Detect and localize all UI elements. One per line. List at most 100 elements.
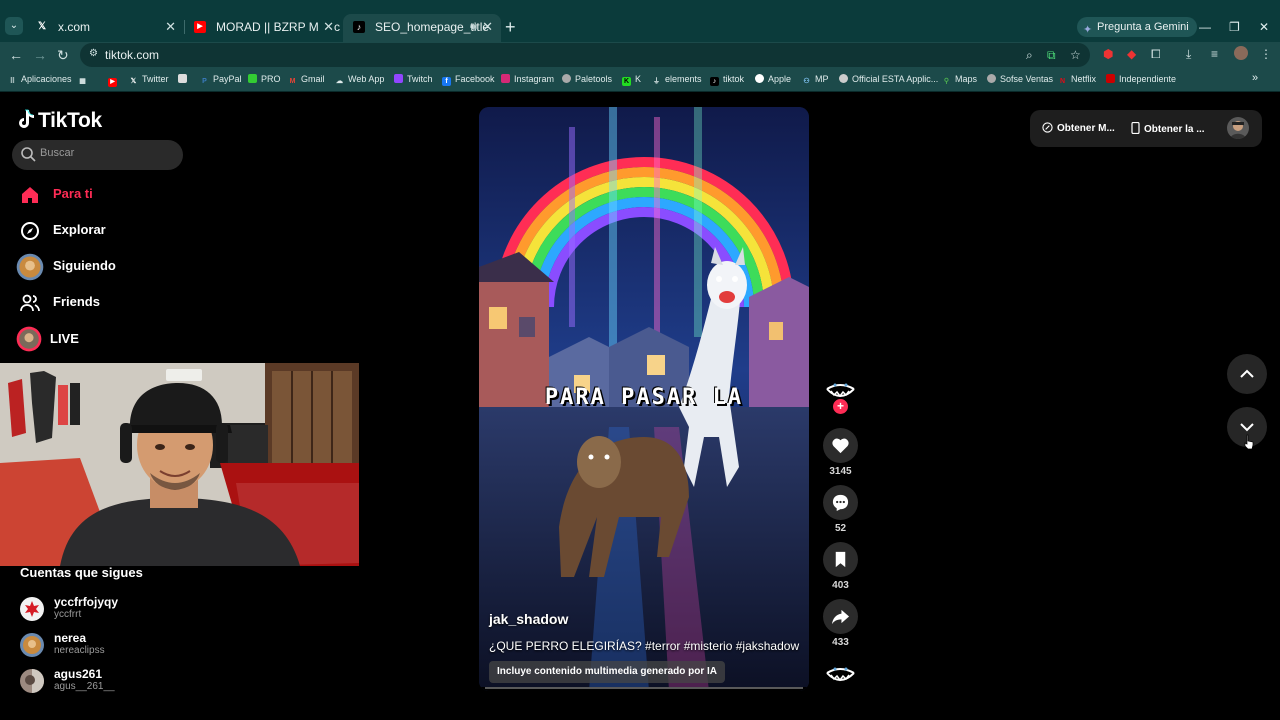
bookmark-mp[interactable]: ⚇ MP (802, 74, 828, 86)
close-tab-icon[interactable]: ✕ (319, 14, 334, 40)
video-caption[interactable]: ¿QUE PERRO ELEGIRÍAS? #terror #misterio … (489, 639, 799, 653)
previous-video-button[interactable] (1227, 354, 1267, 394)
profile-avatar[interactable] (1234, 46, 1248, 60)
more-bookmarks-icon[interactable]: » (1252, 72, 1258, 84)
forward-arrow-icon[interactable]: → (33, 47, 47, 63)
bookmark-star-icon[interactable]: ☆ (1070, 48, 1081, 62)
youtube-icon: ▶ (108, 78, 117, 87)
bookmark-k[interactable]: KK (622, 74, 641, 86)
back-arrow-icon[interactable]: ← (9, 47, 23, 63)
comment-button[interactable] (823, 485, 858, 520)
close-tab-icon[interactable]: ✕ (165, 14, 176, 40)
nav-for-you[interactable]: Para ti (16, 181, 216, 209)
bookmark-webapp[interactable]: ☁ Web App (335, 74, 384, 86)
music-disc[interactable] (823, 659, 858, 694)
save-action[interactable]: 403 (823, 542, 858, 591)
audio-playing-icon[interactable]: 🔊︎ (470, 14, 477, 40)
share-action[interactable]: 433 (823, 599, 858, 648)
nav-friends[interactable]: Friends (16, 289, 216, 317)
zoom-icon[interactable]: ⌕ (1026, 48, 1033, 63)
following-account[interactable]: agus261 agus__261__ (20, 667, 220, 695)
gemini-button[interactable]: ✦ Pregunta a Gemini (1077, 17, 1197, 37)
globe-icon (562, 74, 571, 83)
save-button[interactable] (823, 542, 858, 577)
nav-label: Siguiendo (53, 258, 116, 273)
account-name: agus261 (54, 667, 103, 681)
like-action[interactable]: 3145 (823, 428, 858, 477)
bookmark-twitter[interactable]: 𝕏 Twitter (129, 74, 169, 86)
site-info-icon[interactable]: ⚙ (89, 48, 101, 60)
bookmark-independiente[interactable]: Independiente (1106, 74, 1176, 84)
comment-action[interactable]: 52 (823, 485, 858, 534)
following-account[interactable]: yccfrfojyqy yccfrrt (20, 595, 220, 623)
bookmark-paypal[interactable]: P PayPal (200, 74, 241, 86)
video-progress-bar[interactable] (485, 687, 803, 689)
pro-icon (248, 74, 257, 83)
tab-tiktok[interactable]: ♪ SEO_homepage_title 🔊︎ ✕ (343, 14, 501, 42)
tiktok-logo[interactable]: TikTok (16, 109, 102, 133)
compass-icon (21, 222, 39, 240)
extensions-puzzle-icon[interactable]: ⧠ (1151, 47, 1161, 62)
nav-live[interactable]: LIVE (16, 326, 216, 354)
instagram-icon (501, 74, 510, 83)
tiktok-note-icon (19, 109, 34, 128)
close-window-icon[interactable]: ✕ (1259, 20, 1269, 34)
media-controls-icon[interactable]: ≡ (1211, 47, 1218, 61)
search-box[interactable] (12, 140, 183, 170)
nav-following[interactable]: Siguiendo (16, 253, 216, 281)
new-tab-button[interactable]: + (505, 18, 516, 36)
get-coins-button[interactable]: Obtener M... (1042, 122, 1115, 134)
address-bar[interactable]: ⚙ tiktok.com ⌕ ⧉ ☆ (80, 43, 1090, 67)
bookmark-instagram-grey[interactable] (178, 74, 191, 84)
user-avatar[interactable] (1227, 117, 1249, 139)
webcam-overlay (0, 363, 359, 566)
account-name: yccfrfojyqy (54, 595, 119, 609)
tab-youtube[interactable]: ▶ MORAD || BZRP Music Sessions ✕ (184, 14, 342, 42)
save-count: 403 (832, 580, 849, 591)
follow-plus-button[interactable]: + (833, 399, 848, 414)
get-app-button[interactable]: Obtener la ... (1131, 122, 1205, 135)
tab-search-button[interactable]: ⌄ (5, 17, 23, 35)
bookmark-elements[interactable]: ⏚ elements (652, 74, 702, 86)
bookmark-grid[interactable]: ▦ (78, 74, 91, 86)
bookmark-paletools[interactable]: Paletools (562, 74, 612, 84)
search-input[interactable] (40, 147, 170, 159)
nav-explore[interactable]: Explorar (16, 217, 216, 245)
more-menu-icon[interactable]: ⋮ (1260, 47, 1272, 61)
reload-icon[interactable]: ↻ (57, 47, 69, 63)
bookmark-netflix[interactable]: N Netflix (1058, 74, 1096, 86)
bookmark-pro[interactable]: PRO (248, 74, 281, 84)
like-button[interactable] (823, 428, 858, 463)
minimize-window-icon[interactable]: — (1199, 20, 1211, 34)
paypal-icon: P (202, 78, 207, 85)
restore-window-icon[interactable]: ❐ (1229, 20, 1240, 34)
webapp-icon: ☁ (336, 78, 343, 85)
bookmark-apps[interactable]: ⠿ Aplicaciones (8, 74, 72, 86)
tab-x[interactable]: 𝕏 x.com ✕ (26, 14, 184, 42)
bookmark-apple[interactable]: Apple (755, 74, 791, 84)
install-app-icon[interactable]: ⧉ (1047, 48, 1056, 63)
bookmark-tiktok[interactable]: ♪ tiktok (710, 74, 744, 86)
grid-icon: ▦ (79, 78, 86, 85)
bookmark-facebook[interactable]: f Facebook (442, 74, 495, 86)
bookmark-gmail[interactable]: M Gmail (288, 74, 325, 86)
avatar (20, 669, 44, 693)
following-account[interactable]: nerea nereaclipss (20, 631, 220, 659)
bookmark-esta[interactable]: Official ESTA Applic... (839, 74, 938, 84)
url-text[interactable]: tiktok.com (105, 48, 159, 62)
following-avatar-icon (16, 253, 44, 281)
bookmark-maps[interactable]: ⚲ Maps (942, 74, 977, 86)
video-author[interactable]: jak_shadow (489, 611, 568, 627)
video-player[interactable]: PARA PASAR LA jak_shadow ¿QUE PERRO ELEG… (479, 107, 809, 691)
share-button[interactable] (823, 599, 858, 634)
netflix-icon: N (1059, 78, 1066, 85)
extension-red-icon[interactable]: ◆ (1127, 47, 1136, 61)
camera-icon (178, 74, 187, 83)
bookmark-youtube[interactable]: ▶ (108, 74, 121, 87)
bookmark-instagram[interactable]: Instagram (501, 74, 554, 84)
close-tab-icon[interactable]: ✕ (482, 14, 493, 40)
downloads-icon[interactable]: ⤓ (1186, 47, 1191, 62)
bookmark-twitch[interactable]: Twitch (394, 74, 433, 84)
bookmark-sofse[interactable]: Sofse Ventas (987, 74, 1053, 84)
extension-shield-icon[interactable]: ⬢ (1103, 47, 1113, 61)
